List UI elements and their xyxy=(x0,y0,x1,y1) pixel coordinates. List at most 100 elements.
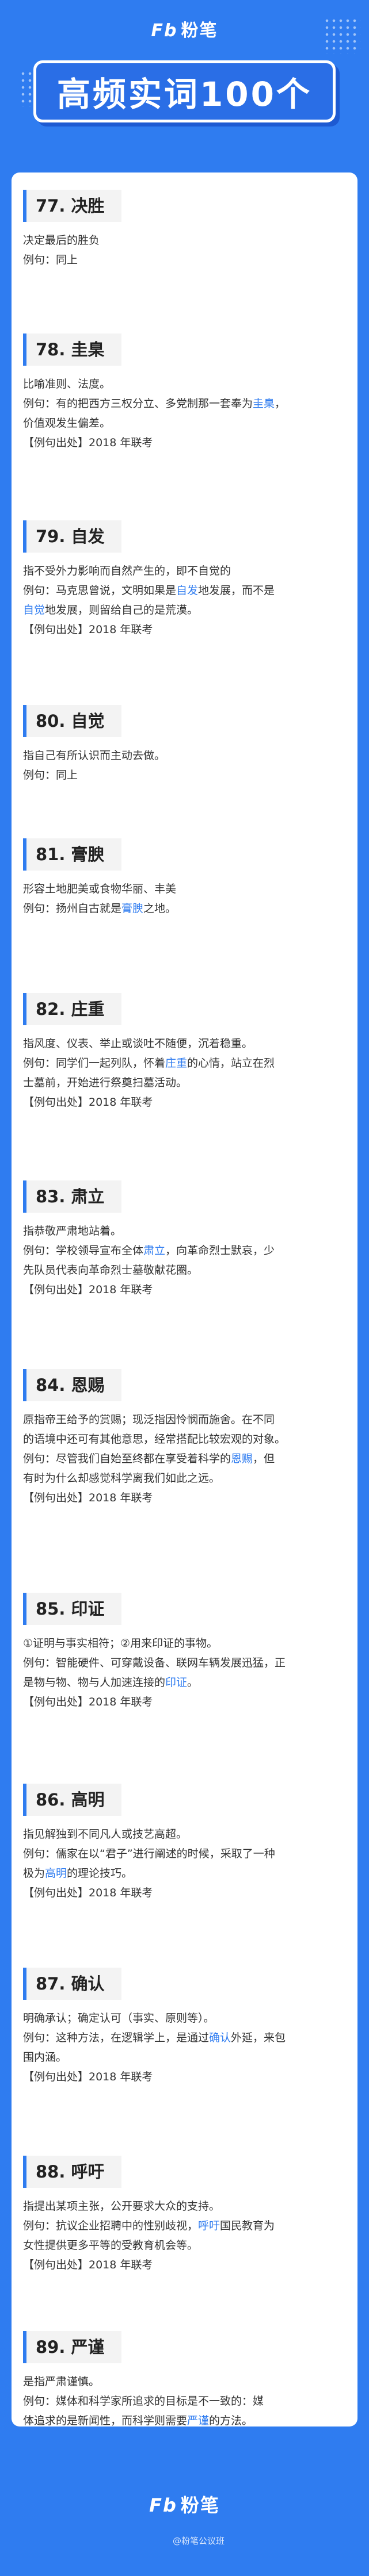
entry-line: 指自己有所认识而主动去做。 xyxy=(23,747,345,764)
line-text: 【例句出处】2018 年联考 xyxy=(23,2071,153,2083)
highlighted-word: 圭臬 xyxy=(253,397,275,410)
line-text: 。 xyxy=(187,1676,199,1689)
line-text: 例句：同上 xyxy=(23,254,78,266)
line-text: 地发展，而不是 xyxy=(198,584,275,597)
entry-line: 例句：智能硬件、可穿戴设备、联网车辆发展迅猛，正 xyxy=(23,1655,345,1671)
line-text: 例句：扬州自古就是 xyxy=(23,902,122,915)
word-heading: 88. 呼吁 xyxy=(23,2156,122,2188)
line-text: 【例句出处】2018 年联考 xyxy=(23,1696,153,1708)
highlighted-word: 膏腴 xyxy=(121,902,144,915)
line-text: 例句：同上 xyxy=(23,769,78,781)
line-text: 指自己有所认识而主动去做。 xyxy=(23,749,166,762)
highlighted-word: 自发 xyxy=(176,584,199,597)
footer-logo: Fb 粉笔 xyxy=(0,2491,369,2517)
entry-line: 例句：同学们一起列队，怀着庄重的心情，站立在烈 xyxy=(23,1055,345,1071)
entry-line: ①证明与事实相符；②用来印证的事物。 xyxy=(23,1635,345,1651)
page-title: 高频实词100个 xyxy=(33,60,336,122)
line-text: 明确承认；确定认可（事实、原则等）。 xyxy=(23,2012,215,2025)
line-text: 之地。 xyxy=(143,902,177,915)
entry-line: 例句：同上 xyxy=(23,252,345,268)
highlighted-word: 严谨 xyxy=(187,2414,210,2427)
line-text: 国民教育为 xyxy=(220,2220,275,2232)
highlighted-word: 印证 xyxy=(165,1676,188,1689)
page-header: Fb 粉笔 高频实词100个 xyxy=(0,0,369,172)
line-text: 例句：同学们一起列队，怀着 xyxy=(23,1057,166,1070)
brand-name: 粉笔 xyxy=(181,21,218,41)
line-text: 例句：这种方法，在逻辑学上，是通过 xyxy=(23,2031,210,2044)
word-entry: 79. 自发 指不受外力影响而自然产生的，即不自觉的 例句：马克思曾说，文明如果是自… xyxy=(23,520,345,638)
line-text: 指恭敬严肃地站着。 xyxy=(23,1225,122,1237)
entry-line: 指恭敬严肃地站着。 xyxy=(23,1223,345,1239)
line-text: 例句：有的把西方三权分立、多党制那一套奉为 xyxy=(23,397,253,410)
word-entry: 82. 庄重 指风度、仪表、举止或谈吐不随便，沉着稳重。 例句：同学们一起列队，怀着… xyxy=(23,993,345,1110)
entry-line: 士墓前，开始进行祭奠扫墓活动。 xyxy=(23,1075,345,1091)
line-text: 价值观发生偏差。 xyxy=(23,417,111,430)
page-footer: Fb 粉笔 @粉笔公议班 xyxy=(0,2426,369,2576)
entry-line: 【例句出处】2018 年联考 xyxy=(23,1694,345,1710)
word-heading: 78. 圭臬 xyxy=(23,334,122,366)
line-text: 指见解独到不同凡人或技艺高超。 xyxy=(23,1828,188,1841)
entry-line: 【例句出处】2018 年联考 xyxy=(23,622,345,638)
entry-line: 例句：尽管我们自始至终都在享受着科学的恩赐，但 xyxy=(23,1451,345,1467)
line-text: 例句：儒家在以“君子”进行阐述的时候，采取了一种 xyxy=(23,1847,275,1860)
word-entry: 81. 膏腴形容土地肥美或食物华丽、丰美 例句：扬州自古就是膏腴之地。 xyxy=(23,838,345,917)
line-text: 的方法。 xyxy=(209,2414,253,2427)
entry-line: 【例句出处】2018 年联考 xyxy=(23,1282,345,1298)
brand-logo: Fb 粉笔 xyxy=(0,16,369,41)
entry-line: 明确承认；确定认可（事实、原则等）。 xyxy=(23,2010,345,2026)
word-entry: 83. 肃立 指恭敬严肃地站着。 例句：学校领导宣布全体肃立，向革命烈士默哀，少 先队… xyxy=(23,1180,345,1298)
line-text: 例句：媒体和科学家所追求的目标是不一致的：媒 xyxy=(23,2395,264,2408)
word-heading: 87. 确认 xyxy=(23,1968,122,2000)
line-text: 指风度、仪表、举止或谈吐不随便，沉着稳重。 xyxy=(23,1037,253,1050)
line-text: 的理论技巧。 xyxy=(67,1867,133,1880)
word-entry: 78. 圭臬 比喻准则、法度。 例句：有的把西方三权分立、多党制那一套奉为圭臬， 价值… xyxy=(23,334,345,451)
content-card: 77. 决胜 决定最后的胜负 例句：同上 78. 圭臬比喻准则、法度。例句：有的把西方… xyxy=(12,172,357,2447)
entry-line: 原指帝王给予的赏赐；现泛指因怜悯而施舍。在不同 xyxy=(23,1412,345,1428)
word-heading: 80. 自觉 xyxy=(23,705,122,737)
highlighted-word: 肃立 xyxy=(143,1244,166,1257)
line-text: 比喻准则、法度。 xyxy=(23,378,111,390)
word-entry: 77. 决胜 决定最后的胜负 例句：同上 xyxy=(23,190,345,268)
line-text: 体追求的是新闻性，而科学则需要 xyxy=(23,2414,188,2427)
entry-line: 例句：马克思曾说，文明如果是自发地发展，而不是 xyxy=(23,582,345,599)
line-text: 女性提供更多平等的受教育机会等。 xyxy=(23,2239,199,2252)
line-text: 指提出某项主张，公开要求大众的支持。 xyxy=(23,2200,220,2213)
line-text: ①证明与事实相符；②用来印证的事物。 xyxy=(23,1637,218,1650)
entry-line: 的语境中还可有其他意思，经常搭配比较宏观的对象。 xyxy=(23,1431,345,1447)
highlighted-word: 恩赐 xyxy=(231,1452,253,1465)
entry-line: 例句：这种方法，在逻辑学上，是通过确认外延，来包 xyxy=(23,2030,345,2046)
entry-line: 例句：媒体和科学家所追求的目标是不一致的：媒 xyxy=(23,2393,345,2409)
watermark: @粉笔公议班 xyxy=(173,2536,225,2546)
entry-line: 围内涵。 xyxy=(23,2049,345,2065)
line-text: 【例句出处】2018 年联考 xyxy=(23,1283,153,1296)
highlighted-word: 确认 xyxy=(209,2031,231,2044)
entry-line: 是物与物、物与人加速连接的印证。 xyxy=(23,1674,345,1690)
line-text: 例句：尽管我们自始至终都在享受着科学的 xyxy=(23,1452,231,1465)
entry-line: 指不受外力影响而自然产生的，即不自觉的 xyxy=(23,563,345,579)
line-text: 【例句出处】2018 年联考 xyxy=(23,436,153,449)
entry-line: 形容土地肥美或食物华丽、丰美 xyxy=(23,881,345,897)
entry-line: 【例句出处】2018 年联考 xyxy=(23,1094,345,1110)
line-text: 【例句出处】2018 年联考 xyxy=(23,1887,153,1899)
line-text: 例句：学校领导宣布全体 xyxy=(23,1244,144,1257)
entry-line: 指提出某项主张，公开要求大众的支持。 xyxy=(23,2198,345,2214)
word-heading: 81. 膏腴 xyxy=(23,838,122,871)
logo-icon: Fb xyxy=(149,2494,177,2516)
entry-line: 【例句出处】2018 年联考 xyxy=(23,1885,345,1901)
highlighted-word: 庄重 xyxy=(165,1057,188,1070)
line-text: 极为 xyxy=(23,1867,45,1880)
line-text: 【例句出处】2018 年联考 xyxy=(23,1096,153,1109)
line-text: 例句：抗议企业招聘中的性别歧视， xyxy=(23,2220,199,2232)
word-heading: 83. 肃立 xyxy=(23,1180,122,1213)
entry-line: 【例句出处】2018 年联考 xyxy=(23,2069,345,2085)
line-text: 形容土地肥美或食物华丽、丰美 xyxy=(23,883,177,895)
entry-line: 例句：学校领导宣布全体肃立，向革命烈士默哀，少 xyxy=(23,1243,345,1259)
line-text: 是物与物、物与人加速连接的 xyxy=(23,1676,166,1689)
word-heading: 82. 庄重 xyxy=(23,993,122,1025)
entry-line: 例句：抗议企业招聘中的性别歧视，呼吁国民教育为 xyxy=(23,2218,345,2234)
entry-line: 【例句出处】2018 年联考 xyxy=(23,2257,345,2273)
word-heading: 77. 决胜 xyxy=(23,190,122,222)
entry-line: 指风度、仪表、举止或谈吐不随便，沉着稳重。 xyxy=(23,1036,345,1052)
line-text: 有时为什么却感觉科学离我们如此之远。 xyxy=(23,1472,220,1485)
entry-line: 【例句出处】2018 年联考 xyxy=(23,435,345,451)
